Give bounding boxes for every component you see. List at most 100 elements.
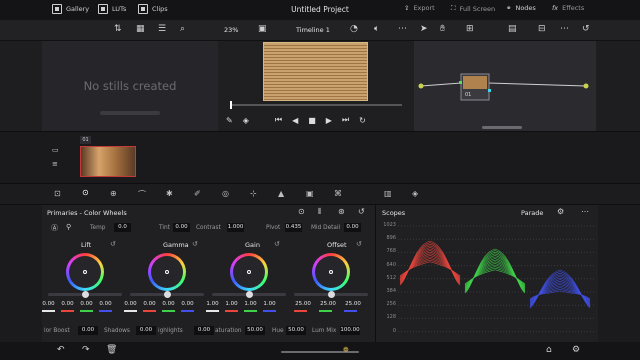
bottom-param-value-5[interactable]: 100.00 [340,326,360,335]
eyedropper-icon[interactable]: ✎ [226,116,233,125]
bottom-param-value-1[interactable]: 0.00 [136,326,156,335]
bottom-param-value-2[interactable]: 0.00 [194,326,214,335]
track-icon[interactable]: ≡ [52,160,58,168]
timeline-clip[interactable] [80,146,136,177]
wheel-value-0-1[interactable]: 0.00 [59,300,76,309]
master-wheel-slider-2[interactable] [212,291,286,298]
param-value-1[interactable]: 0.00 [173,223,190,232]
sort-icon[interactable]: ⇅ [114,24,122,34]
node-scrollbar[interactable] [482,126,522,129]
timeline-name[interactable]: Timeline 1 [296,26,330,34]
wheel-value-3-2[interactable]: 25.00 [342,300,364,309]
playhead[interactable] [230,101,232,109]
key-icon[interactable]: ▣ [306,189,314,198]
param-value-3[interactable]: 0.435 [285,223,302,232]
wheel-value-2-0[interactable]: 1.00 [204,300,221,309]
hand-icon[interactable]: ✋︎ [440,24,445,34]
wheel-reset-icon[interactable]: ↺ [274,240,280,248]
undo-icon[interactable]: ↶ [57,345,65,355]
stop-icon[interactable]: ■ [308,116,316,125]
layers-icon[interactable]: ◈ [243,116,249,125]
slider-knob[interactable] [246,291,253,298]
master-wheel-slider-3[interactable] [294,291,368,298]
first-frame-icon[interactable]: ⏮ [275,115,282,125]
slider-knob[interactable] [328,291,335,298]
bottom-param-value-0[interactable]: 0.00 [78,326,98,335]
wheel-reset-icon[interactable]: ↺ [192,240,198,248]
color-warper-icon[interactable]: ✱ [166,189,173,198]
wheel-puck[interactable] [329,270,333,274]
list-view-icon[interactable]: ☰ [158,24,166,34]
color-wheel-1[interactable] [148,253,186,291]
node-tool-icon[interactable]: ⊞ [466,24,474,34]
color-picker-icon[interactable]: ◔ [350,24,358,34]
search-icon[interactable]: ⌕ [180,24,185,34]
play-reverse-icon[interactable]: ◀ [292,116,298,125]
wheel-value-3-1[interactable]: 25.00 [317,300,339,309]
bars-mode-icon[interactable]: ⦀ [318,207,322,217]
play-icon[interactable]: ▶ [326,116,332,125]
window-icon[interactable]: ◎ [222,189,229,198]
wheel-value-0-3[interactable]: 0.00 [97,300,114,309]
blur-icon[interactable]: ▲ [278,189,284,198]
color-wheel-3[interactable] [312,253,350,291]
wheel-puck[interactable] [83,270,87,274]
last-frame-icon[interactable]: ⏭ [342,115,349,125]
bottom-param-value-4[interactable]: 50.00 [286,326,306,335]
export-button[interactable]: ⇪ Export [404,4,435,12]
full-screen-button[interactable]: ⛶ Full Screen [451,4,495,13]
node-layout-icon[interactable]: ⊟ [538,24,546,34]
node-options-icon[interactable]: ⋯ [560,24,569,34]
camera-raw-icon[interactable]: ⊡ [54,189,61,198]
wheel-value-1-3[interactable]: 0.00 [179,300,196,309]
wheel-value-2-1[interactable]: 1.00 [223,300,240,309]
bottom-param-value-3[interactable]: 50.00 [245,326,265,335]
scope-mode-select[interactable]: Parade [521,209,543,217]
home-icon[interactable]: ⌂ [546,345,552,355]
wheel-reset-icon[interactable]: ↺ [356,240,362,248]
wheel-value-1-0[interactable]: 0.00 [122,300,139,309]
param-value-2[interactable]: 1.000 [227,223,244,232]
wheel-puck[interactable] [165,270,169,274]
wheel-reset-icon[interactable]: ↺ [110,240,116,248]
grid-view-icon[interactable]: ▦ [136,24,145,34]
primaries-mode-icon[interactable]: ⊙ [298,207,305,216]
color-page-icon[interactable]: ❁ [343,346,349,354]
loop-icon[interactable]: ↻ [359,116,366,125]
redo-icon[interactable]: ↷ [82,345,90,355]
auto-balance-icon[interactable]: Ⓐ [51,223,58,233]
slider-knob[interactable] [164,291,171,298]
wheel-value-3-0[interactable]: 25.00 [292,300,314,309]
gallery-scrollbar[interactable] [100,111,160,115]
filmstrip-icon[interactable]: ▭ [52,146,59,154]
wheel-value-1-2[interactable]: 0.00 [160,300,177,309]
wheel-value-2-2[interactable]: 1.00 [242,300,259,309]
audio-icon[interactable]: 🔈︎ [374,24,379,34]
color-wheel-2[interactable] [230,253,268,291]
qualifier-icon[interactable]: ✐ [194,189,201,198]
node-view-icon[interactable]: ▤ [508,24,517,34]
wheel-value-1-1[interactable]: 0.00 [141,300,158,309]
wheel-value-0-2[interactable]: 0.00 [78,300,95,309]
viewer-frame[interactable] [263,42,368,101]
master-wheel-slider-0[interactable] [48,291,122,298]
master-wheel-slider-1[interactable] [130,291,204,298]
log-mode-icon[interactable]: ⊛ [338,207,345,216]
tracker-icon[interactable]: ⊹ [250,189,257,198]
wheel-puck[interactable] [247,270,251,274]
color-wheel-0[interactable] [66,253,104,291]
param-value-0[interactable]: 0.0 [114,223,131,232]
slider-knob[interactable] [82,291,89,298]
color-wheels-icon[interactable]: ⊙ [82,188,89,197]
wheel-value-2-3[interactable]: 1.00 [261,300,278,309]
pointer-icon[interactable]: ➤ [420,24,428,34]
effects-tab[interactable]: fx Effects [552,4,584,12]
scopes-icon[interactable]: ▥ [384,189,392,198]
scope-settings-icon[interactable]: ⚙︎ [557,207,564,216]
white-balance-icon[interactable]: ⚲ [66,223,71,231]
param-value-4[interactable]: 0.00 [344,223,361,232]
sizing-icon[interactable]: ⌘ [334,189,342,198]
nodes-tab[interactable]: ⚭ Nodes [506,4,536,12]
delete-icon[interactable]: 🗑︎ [106,345,117,355]
settings-gear-icon[interactable]: ⚙︎ [572,345,580,355]
